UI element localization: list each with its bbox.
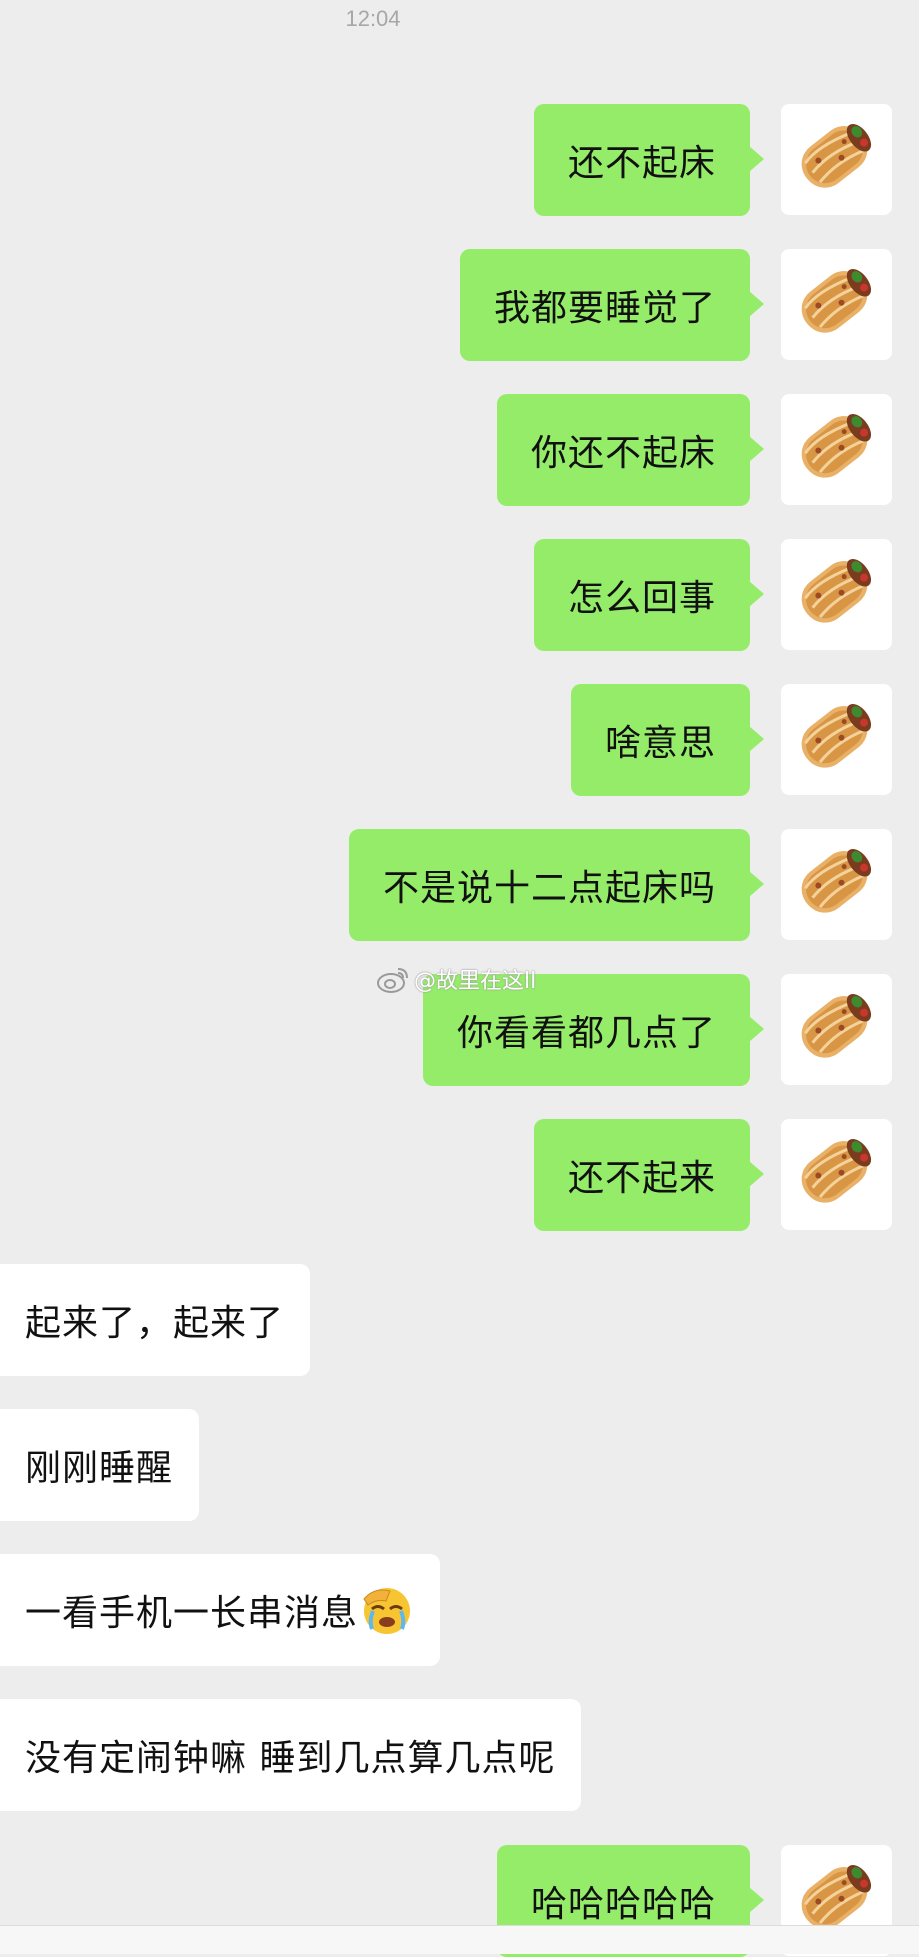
sent-message-bubble[interactable]: 不是说十二点起床吗	[348, 829, 765, 941]
message-row: 一看手机一长串消息	[0, 1554, 919, 1666]
message-row: 我都要睡觉了	[0, 249, 919, 361]
message-row: 还不起来	[0, 1119, 919, 1231]
message-row: 刚刚睡醒	[0, 1409, 919, 1521]
received-message-bubble[interactable]: 没有定闹钟嘛 睡到几点算几点呢	[0, 1699, 582, 1811]
burrito-avatar[interactable]	[781, 974, 892, 1085]
face-palm-crying-emoji-icon	[360, 1583, 414, 1637]
bottom-bar	[0, 1925, 919, 1954]
watermark: @故里在这ll	[376, 962, 536, 996]
burrito-avatar[interactable]	[781, 829, 892, 940]
sent-message-bubble[interactable]: 还不起床	[533, 104, 765, 216]
sent-message-bubble[interactable]: 你还不起床	[496, 394, 765, 506]
weibo-icon	[376, 964, 410, 994]
message-row: 不是说十二点起床吗	[0, 829, 919, 941]
message-row: 还不起床	[0, 104, 919, 216]
message-row: 你还不起床	[0, 394, 919, 506]
burrito-avatar[interactable]	[781, 104, 892, 215]
received-message-bubble[interactable]: 刚刚睡醒	[0, 1409, 200, 1521]
watermark-handle: @故里在这ll	[414, 969, 537, 994]
received-message-bubble[interactable]: 起来了，起来了	[0, 1264, 311, 1376]
burrito-avatar[interactable]	[781, 394, 892, 505]
received-message-bubble[interactable]: 一看手机一长串消息	[0, 1554, 441, 1666]
sent-message-bubble[interactable]: 还不起来	[533, 1119, 765, 1231]
sent-message-bubble[interactable]: 我都要睡觉了	[459, 249, 765, 361]
burrito-avatar[interactable]	[781, 539, 892, 650]
sent-message-bubble[interactable]: 啥意思	[570, 684, 765, 796]
burrito-avatar[interactable]	[781, 1119, 892, 1230]
message-row: 怎么回事	[0, 539, 919, 651]
sent-message-bubble[interactable]: 怎么回事	[533, 539, 765, 651]
message-row: 起来了，起来了	[0, 1264, 919, 1376]
message-row: 没有定闹钟嘛 睡到几点算几点呢	[0, 1699, 919, 1811]
message-row: 啥意思	[0, 684, 919, 796]
message-text: 一看手机一长串消息	[25, 1593, 359, 1634]
burrito-avatar[interactable]	[781, 249, 892, 360]
timestamp: 12:04	[345, 6, 401, 31]
burrito-avatar[interactable]	[781, 684, 892, 795]
